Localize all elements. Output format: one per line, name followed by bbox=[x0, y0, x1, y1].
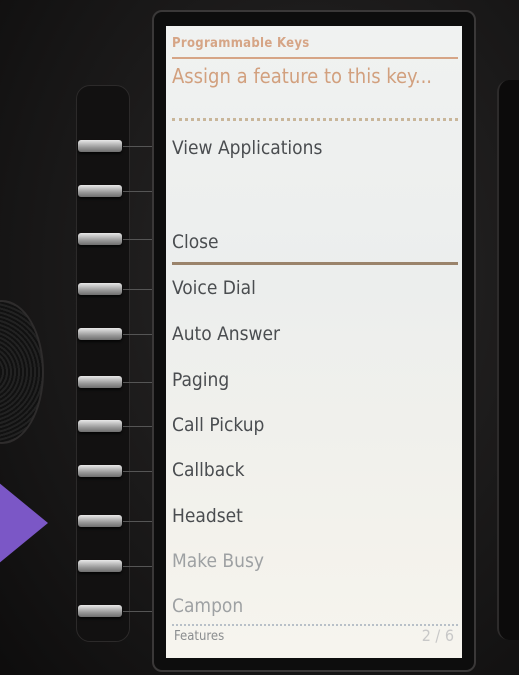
softkey-8[interactable] bbox=[78, 465, 122, 477]
softkey-9[interactable] bbox=[78, 515, 122, 527]
prompt-divider bbox=[172, 118, 458, 121]
feature-item[interactable]: Headset bbox=[172, 505, 243, 527]
speaker-grille bbox=[0, 300, 44, 444]
feature-item[interactable]: Paging bbox=[172, 369, 229, 391]
menu-item-close[interactable]: Close bbox=[172, 231, 219, 253]
feature-item[interactable]: Callback bbox=[172, 459, 245, 481]
footer-label: Features bbox=[174, 629, 225, 644]
photo-border bbox=[0, 675, 519, 689]
footer-divider bbox=[172, 624, 458, 626]
display-screen: Programmable Keys Assign a feature to th… bbox=[166, 26, 462, 658]
softkey-2[interactable] bbox=[78, 185, 122, 197]
feature-item[interactable]: Call Pickup bbox=[172, 414, 264, 436]
softkey-3[interactable] bbox=[78, 233, 122, 245]
softkey-11[interactable] bbox=[78, 605, 122, 617]
header-divider bbox=[172, 57, 458, 59]
page-indicator: 2 / 6 bbox=[421, 626, 454, 645]
handset-edge bbox=[497, 80, 519, 640]
softkey-4[interactable] bbox=[78, 283, 122, 295]
softkey-1[interactable] bbox=[78, 140, 122, 152]
section-divider bbox=[172, 262, 458, 265]
feature-item[interactable]: Campon bbox=[172, 595, 243, 617]
assign-prompt: Assign a feature to this key... bbox=[172, 64, 432, 88]
menu-item-view-applications[interactable]: View Applications bbox=[172, 137, 322, 159]
feature-item[interactable]: Make Busy bbox=[172, 550, 264, 572]
feature-item[interactable]: Auto Answer bbox=[172, 323, 280, 345]
softkey-5[interactable] bbox=[78, 328, 122, 340]
softkey-6[interactable] bbox=[78, 376, 122, 388]
softkey-10[interactable] bbox=[78, 560, 122, 572]
screen-header: Programmable Keys bbox=[172, 36, 310, 51]
softkey-7[interactable] bbox=[78, 420, 122, 432]
phone-device: Programmable Keys Assign a feature to th… bbox=[0, 0, 519, 689]
feature-item[interactable]: Voice Dial bbox=[172, 277, 256, 299]
pointer-arrow-icon bbox=[0, 482, 48, 564]
softkey-bezel bbox=[76, 85, 130, 642]
